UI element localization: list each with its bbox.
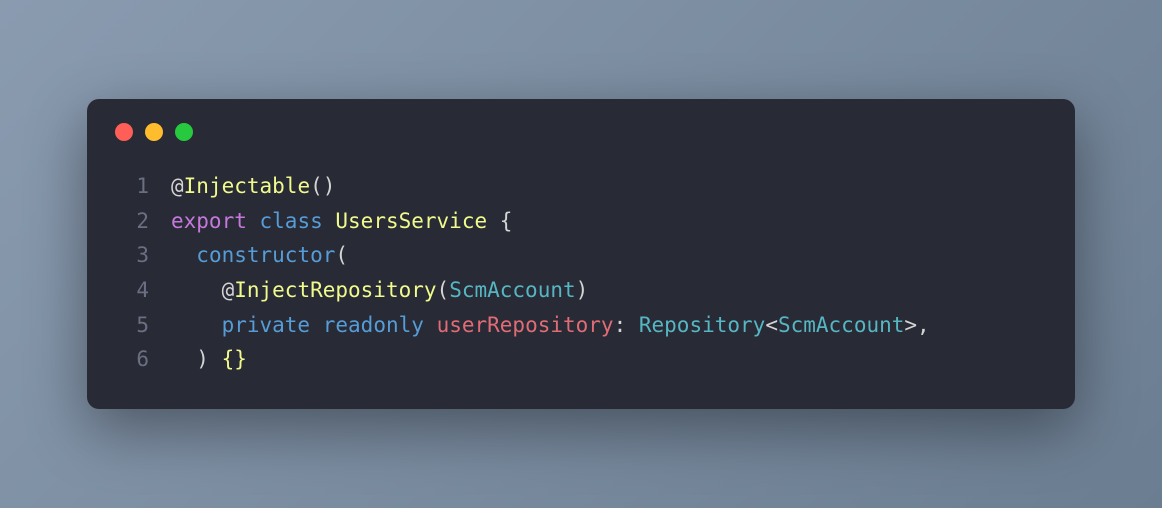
line-content: @Injectable(): [171, 169, 335, 204]
code-line: 5 private readonly userRepository: Repos…: [115, 308, 1047, 343]
minimize-icon[interactable]: [145, 123, 163, 141]
code-line: 4 @InjectRepository(ScmAccount): [115, 273, 1047, 308]
code-window: 1 @Injectable() 2 export class UsersService…: [87, 99, 1075, 409]
code-line: 3 constructor(: [115, 238, 1047, 273]
code-line: 1 @Injectable(): [115, 169, 1047, 204]
titlebar: [115, 123, 1047, 141]
maximize-icon[interactable]: [175, 123, 193, 141]
close-icon[interactable]: [115, 123, 133, 141]
line-number: 4: [115, 273, 149, 308]
line-content: constructor(: [171, 238, 348, 273]
line-number: 5: [115, 308, 149, 343]
line-number: 2: [115, 204, 149, 239]
line-content: private readonly userRepository: Reposit…: [171, 308, 930, 343]
line-content: export class UsersService {: [171, 204, 512, 239]
line-number: 6: [115, 342, 149, 377]
line-number: 1: [115, 169, 149, 204]
code-line: 6 ) {}: [115, 342, 1047, 377]
line-number: 3: [115, 238, 149, 273]
code-block: 1 @Injectable() 2 export class UsersService…: [115, 169, 1047, 377]
code-line: 2 export class UsersService {: [115, 204, 1047, 239]
line-content: @InjectRepository(ScmAccount): [171, 273, 588, 308]
line-content: ) {}: [171, 342, 247, 377]
